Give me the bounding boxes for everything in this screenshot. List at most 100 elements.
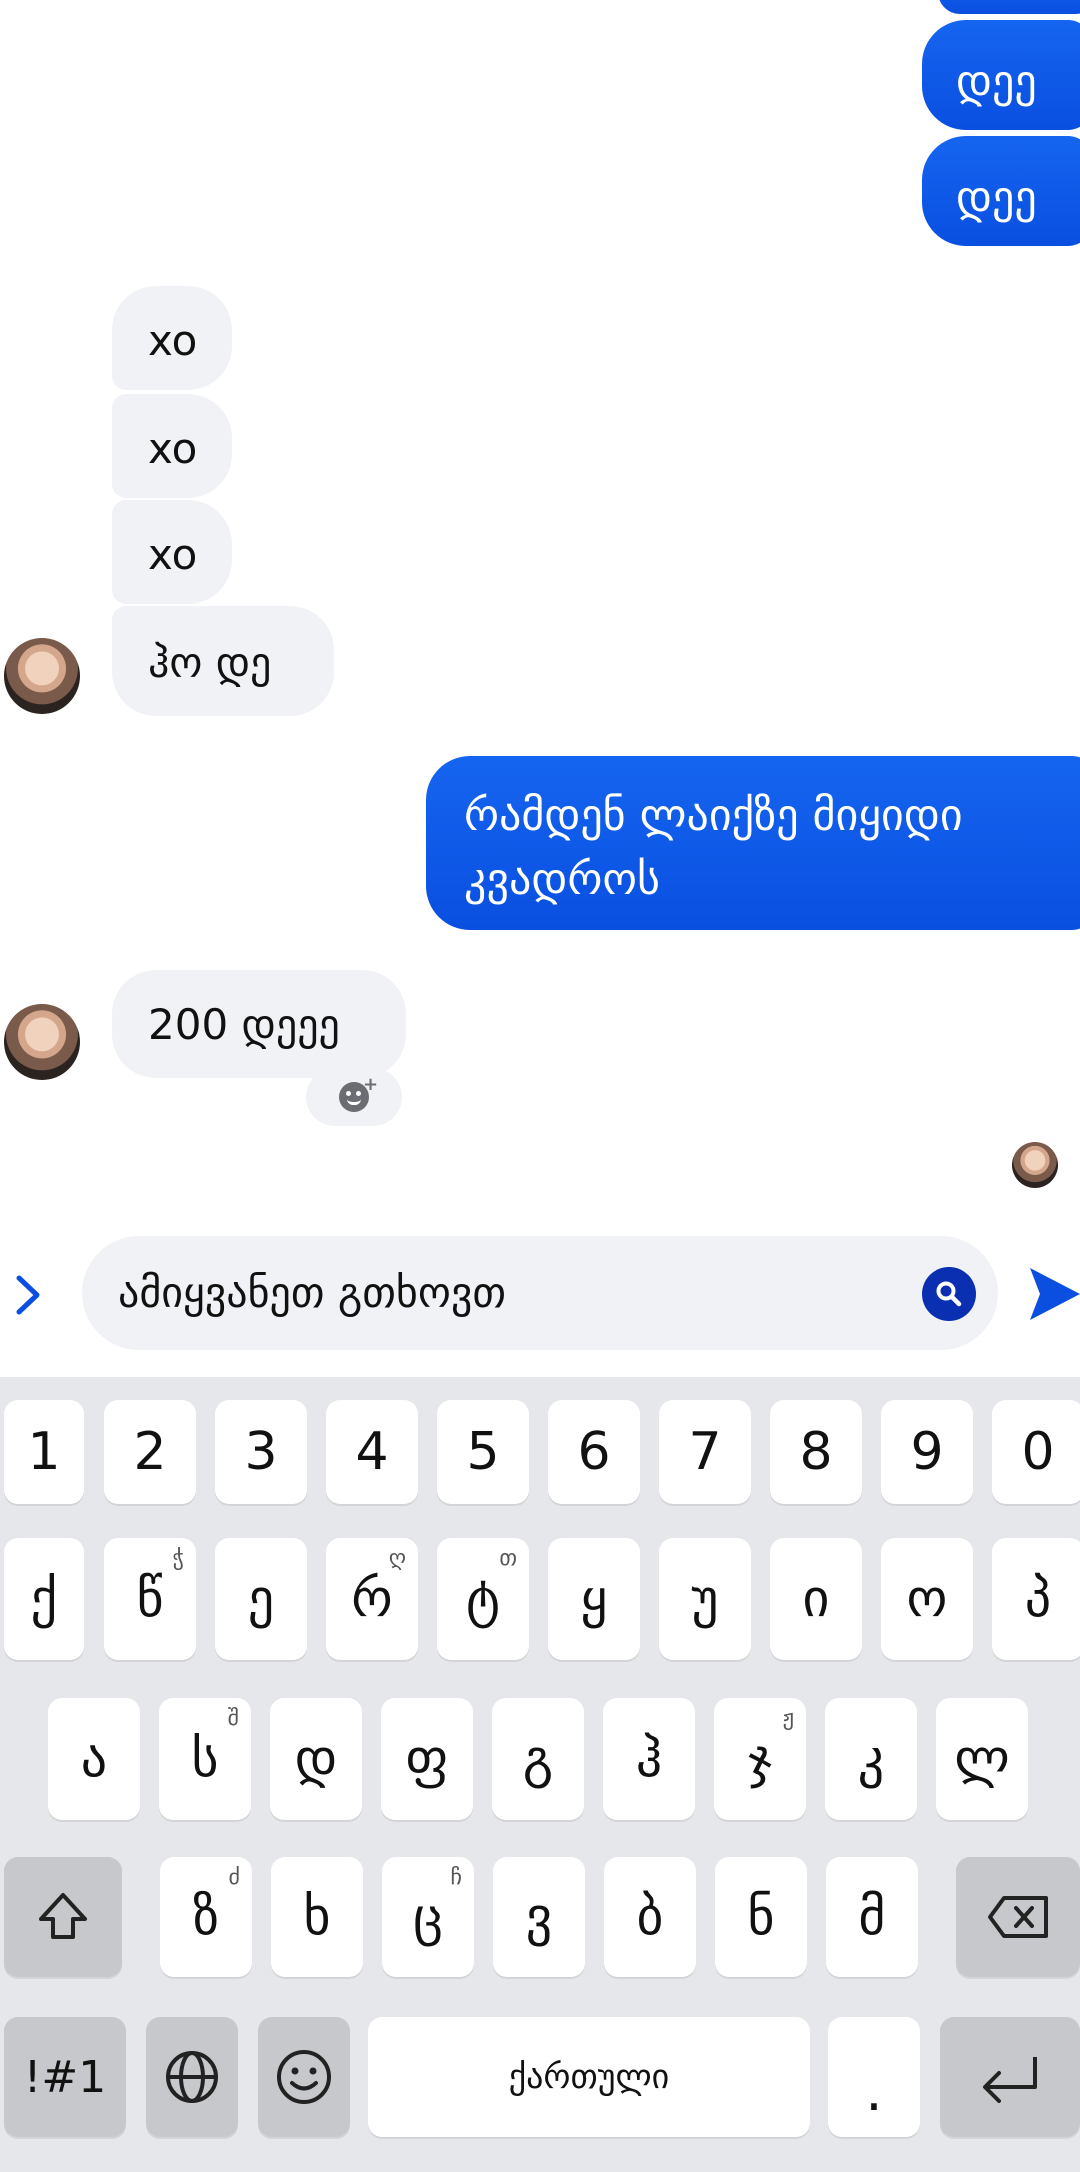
shift-key[interactable] — [4, 1857, 122, 1977]
key-label: ტ — [465, 1569, 501, 1629]
key-hint: ჭ — [172, 1546, 184, 1571]
letter-key[interactable]: ნ — [715, 1857, 807, 1977]
incoming-message[interactable]: xo — [112, 286, 232, 390]
avatar[interactable] — [4, 638, 80, 714]
letter-key[interactable]: დ — [270, 1698, 362, 1820]
key-9[interactable]: 9 — [881, 1400, 973, 1504]
letter-key[interactable]: ჰ — [603, 1698, 695, 1820]
key-4[interactable]: 4 — [326, 1400, 418, 1504]
letter-key[interactable]: ი — [770, 1538, 862, 1660]
key-hint: ღ — [388, 1546, 406, 1571]
incoming-message[interactable]: ჰო დე — [112, 606, 334, 716]
message-input[interactable]: ამიყვანეთ გთხოვთ — [82, 1236, 998, 1350]
letter-key[interactable]: ტთ — [437, 1538, 529, 1660]
send-button[interactable] — [1026, 1262, 1080, 1326]
key-label: ც — [413, 1887, 443, 1947]
key-5[interactable]: 5 — [437, 1400, 529, 1504]
key-label: 2 — [133, 1422, 167, 1482]
message-bubble-partial — [938, 0, 1080, 14]
letter-key[interactable]: ფ — [381, 1698, 473, 1820]
send-icon — [1030, 1268, 1080, 1320]
key-3[interactable]: 3 — [215, 1400, 307, 1504]
letter-key[interactable]: ო — [881, 1538, 973, 1660]
key-1[interactable]: 1 — [4, 1400, 84, 1504]
key-label: 1 — [27, 1422, 61, 1482]
letter-key[interactable]: მ — [826, 1857, 918, 1977]
add-reaction-button[interactable]: + — [306, 1068, 402, 1126]
key-label: ქ — [30, 1569, 58, 1629]
emoji-add-icon: + — [339, 1074, 378, 1112]
letter-key[interactable]: გ — [492, 1698, 584, 1820]
key-label: 0 — [1021, 1422, 1055, 1482]
letter-key[interactable]: ა — [48, 1698, 140, 1820]
incoming-message[interactable]: 200 დეეე — [112, 970, 406, 1078]
expand-button[interactable] — [6, 1270, 50, 1320]
letter-key[interactable]: ვ — [493, 1857, 585, 1977]
space-key[interactable]: ქართული — [368, 2017, 810, 2137]
backspace-key[interactable] — [956, 1857, 1080, 1977]
message-text: დეე — [956, 172, 1037, 223]
message-text: xo — [148, 316, 198, 365]
key-7[interactable]: 7 — [659, 1400, 751, 1504]
message-text: დეე — [956, 56, 1037, 107]
letter-key[interactable]: წჭ — [104, 1538, 196, 1660]
key-label: რ — [351, 1569, 393, 1629]
key-0[interactable]: 0 — [992, 1400, 1080, 1504]
key-label: ს — [191, 1729, 219, 1789]
letter-key[interactable]: ლ — [936, 1698, 1028, 1820]
key-label: ა — [80, 1729, 108, 1789]
letter-key[interactable]: ბ — [604, 1857, 696, 1977]
key-label: გ — [522, 1729, 554, 1789]
letter-key[interactable]: პ — [992, 1538, 1080, 1660]
letter-key[interactable]: უ — [659, 1538, 751, 1660]
chevron-right-icon — [16, 1275, 40, 1315]
period-key[interactable]: . — [828, 2017, 920, 2137]
letter-key[interactable]: სშ — [159, 1698, 251, 1820]
outgoing-message[interactable]: დეე — [922, 136, 1080, 246]
outgoing-message[interactable]: რამდენ ლაიქზე მიყიდი კვადროს — [426, 756, 1080, 930]
key-label: 7 — [688, 1422, 722, 1482]
letter-key[interactable]: ე — [215, 1538, 307, 1660]
key-label: ვ — [525, 1887, 553, 1947]
key-hint: ძ — [228, 1865, 241, 1890]
letter-key[interactable]: ყ — [548, 1538, 640, 1660]
avatar[interactable] — [4, 1004, 80, 1080]
letter-key[interactable]: ზძ — [160, 1857, 252, 1977]
key-6[interactable]: 6 — [548, 1400, 640, 1504]
key-8[interactable]: 8 — [770, 1400, 862, 1504]
backspace-icon — [988, 1896, 1048, 1938]
key-label: ხ — [303, 1887, 331, 1947]
letter-key[interactable]: ხ — [271, 1857, 363, 1977]
key-label: მ — [858, 1887, 886, 1947]
key-label: 3 — [244, 1422, 278, 1482]
seen-avatar — [1012, 1142, 1058, 1188]
key-label: ზ — [192, 1887, 220, 1947]
message-text: xo — [148, 424, 198, 473]
outgoing-message[interactable]: დეე — [922, 20, 1080, 130]
enter-key[interactable] — [940, 2017, 1080, 2137]
incoming-message[interactable]: xo — [112, 394, 232, 498]
key-hint: ჟ — [782, 1706, 794, 1731]
symbols-key[interactable]: !#1 — [4, 2017, 126, 2137]
emoji-key[interactable] — [258, 2017, 350, 2137]
search-button[interactable] — [922, 1267, 976, 1321]
key-label: კ — [857, 1729, 885, 1789]
key-label: 9 — [910, 1422, 944, 1482]
key-label: ი — [802, 1569, 830, 1629]
key-hint: შ — [227, 1706, 239, 1731]
message-text: xo — [148, 530, 198, 579]
letter-key[interactable]: ჯჟ — [714, 1698, 806, 1820]
letter-key[interactable]: ქ — [4, 1538, 84, 1660]
language-key[interactable] — [146, 2017, 238, 2137]
key-2[interactable]: 2 — [104, 1400, 196, 1504]
search-icon — [936, 1281, 962, 1307]
period-key-label: . — [865, 2060, 883, 2123]
incoming-message[interactable]: xo — [112, 500, 232, 604]
letter-key[interactable]: კ — [825, 1698, 917, 1820]
message-text: 200 დეეე — [148, 1000, 340, 1049]
key-label: ჰ — [635, 1729, 663, 1789]
key-label: ნ — [747, 1887, 775, 1947]
letter-key[interactable]: რღ — [326, 1538, 418, 1660]
key-label: 6 — [577, 1422, 611, 1482]
letter-key[interactable]: ცჩ — [382, 1857, 474, 1977]
